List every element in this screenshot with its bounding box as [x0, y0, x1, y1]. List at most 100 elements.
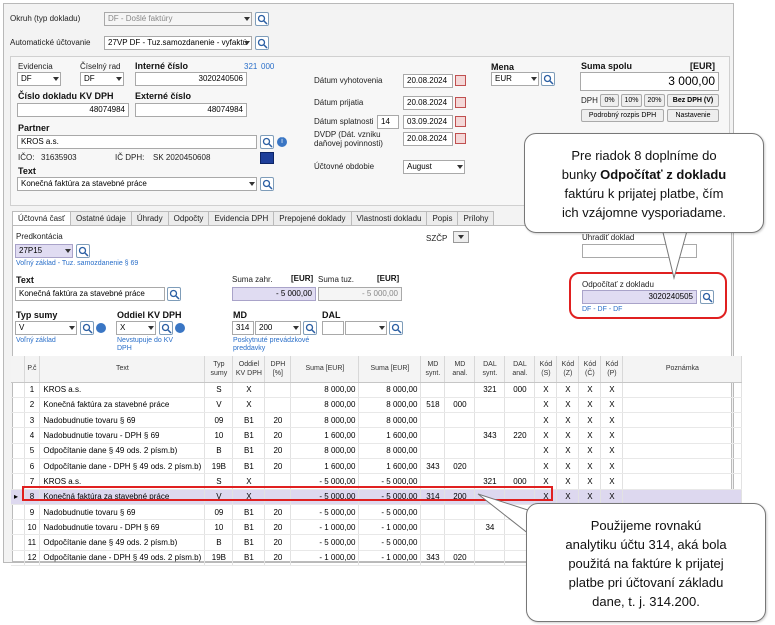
table-cell[interactable]: X	[578, 427, 602, 444]
table-cell[interactable]: KROS a.s.	[39, 382, 206, 398]
table-cell[interactable]: X	[600, 382, 624, 398]
column-header[interactable]: Kód (Č)	[578, 356, 602, 383]
table-cell[interactable]: 4	[24, 427, 41, 444]
column-header[interactable]: DAL synt.	[474, 356, 506, 383]
table-cell[interactable]: X	[556, 443, 580, 459]
partner-field[interactable]: KROS a.s.	[17, 135, 257, 149]
table-cell[interactable]: X	[600, 443, 624, 459]
info-icon[interactable]: i	[277, 137, 287, 147]
table-cell[interactable]: Odpočítanie dane - DPH § 49 ods. 2 písm.…	[39, 550, 206, 567]
table-cell[interactable]	[420, 412, 446, 429]
table-cell[interactable]: 343	[420, 458, 446, 475]
szcp-dropdown[interactable]	[453, 231, 469, 243]
table-cell[interactable]: 8 000,00	[290, 397, 360, 414]
column-header[interactable]: DPH [%]	[264, 356, 292, 383]
table-cell[interactable]: 3	[24, 412, 41, 429]
table-cell[interactable]: B	[204, 534, 234, 551]
column-header[interactable]: Text	[39, 356, 206, 383]
acc-text-lookup-button[interactable]	[167, 287, 181, 301]
column-header[interactable]: P.č	[24, 356, 41, 383]
counter-b[interactable]: 000	[261, 62, 274, 71]
typ-sumy-link[interactable]: Voľný základ	[16, 337, 56, 344]
table-cell[interactable]: B1	[232, 519, 266, 536]
table-cell[interactable]: X	[556, 382, 580, 398]
table-cell[interactable]: 6	[24, 458, 41, 475]
table-cell[interactable]: X	[556, 397, 580, 414]
table-cell[interactable]: 10	[204, 519, 234, 536]
table-cell[interactable]	[474, 443, 506, 459]
table-cell[interactable]: 1 600,00	[358, 427, 422, 444]
partner-lookup-button[interactable]	[260, 135, 274, 149]
table-cell[interactable]	[420, 443, 446, 459]
table-cell[interactable]	[420, 427, 446, 444]
table-cell[interactable]: X	[578, 382, 602, 398]
table-cell[interactable]: 09	[204, 412, 234, 429]
table-cell[interactable]: B1	[232, 550, 266, 567]
table-cell[interactable]	[420, 519, 446, 536]
column-header[interactable]: Oddiel KV DPH	[232, 356, 266, 383]
table-cell[interactable]: X	[578, 412, 602, 429]
evidencia-select[interactable]: DF	[17, 72, 61, 86]
table-cell[interactable]: 20	[264, 412, 292, 429]
table-cell[interactable]: X	[556, 458, 580, 475]
table-cell[interactable]: X	[578, 443, 602, 459]
auto-lookup-button[interactable]	[255, 36, 269, 50]
table-cell[interactable]: 8 000,00	[290, 382, 360, 398]
table-cell[interactable]: 19B	[204, 458, 234, 475]
table-cell[interactable]: 8 000,00	[290, 443, 360, 459]
typ-sumy-select[interactable]: V	[15, 321, 77, 335]
table-cell[interactable]: 9	[24, 504, 41, 521]
table-cell[interactable]: Odpočítanie dane § 49 ods. 2 písm.b)	[39, 443, 206, 459]
table-cell[interactable]: 20	[264, 504, 292, 521]
table-cell[interactable]: 20	[264, 458, 292, 475]
table-cell[interactable]: Nadobudnutie tovaru § 69	[39, 412, 206, 429]
suma-tuz-field[interactable]: - 5 000,00	[318, 287, 402, 301]
table-cell[interactable]: - 1 000,00	[290, 550, 360, 567]
column-header[interactable]: MD anal.	[444, 356, 476, 383]
table-cell[interactable]: Odpočítanie dane § 49 ods. 2 písm.b)	[39, 534, 206, 551]
predkontacia-select[interactable]: 27P15	[15, 244, 73, 258]
table-cell[interactable]: 10	[24, 519, 41, 536]
table-cell[interactable]: 000	[444, 397, 476, 414]
table-cell[interactable]: 020	[444, 550, 476, 567]
table-cell[interactable]	[622, 412, 743, 429]
table-cell[interactable]: 343	[420, 550, 446, 567]
table-cell[interactable]: 20	[264, 443, 292, 459]
table-cell[interactable]: X	[534, 427, 558, 444]
table-cell[interactable]: - 1 000,00	[358, 519, 422, 536]
table-cell[interactable]: 000	[504, 382, 536, 398]
splatnosti-days-field[interactable]: 14	[377, 115, 399, 129]
table-cell[interactable]: - 1 000,00	[290, 519, 360, 536]
table-cell[interactable]: B	[204, 443, 234, 459]
table-cell[interactable]: X	[556, 473, 580, 490]
table-cell[interactable]: 518	[420, 397, 446, 414]
table-cell[interactable]	[504, 397, 536, 414]
table-cell[interactable]: 8 000,00	[358, 382, 422, 398]
acc-text-field[interactable]: Konečná faktúra za stavebné práce	[15, 287, 165, 301]
table-cell[interactable]: 09	[204, 504, 234, 521]
predkontacia-link[interactable]: Voľný základ - Tuz. samozdanenie § 69	[16, 260, 138, 267]
table-cell[interactable]: 10	[204, 427, 234, 444]
eu-flag-icon[interactable]	[260, 152, 274, 164]
md-synt-field[interactable]: 314	[232, 321, 254, 335]
mena-select[interactable]: EUR	[491, 72, 539, 86]
interne-cislo-field[interactable]: 3020240506	[135, 72, 247, 86]
table-cell[interactable]	[504, 458, 536, 475]
typ-sumy-lookup-button[interactable]	[80, 321, 94, 335]
table-cell[interactable]: X	[600, 397, 624, 414]
table-cell[interactable]: Nadobudnutie tovaru - DPH § 69	[39, 519, 206, 536]
table-cell[interactable]: B1	[232, 458, 266, 475]
column-header[interactable]: Suma [EUR]	[290, 356, 360, 383]
table-cell[interactable]: S	[204, 382, 234, 398]
prijatia-field[interactable]: 20.08.2024	[403, 96, 453, 110]
counter-a[interactable]: 321	[244, 62, 257, 71]
table-row[interactable]: 1 KROS a.s. S X 8 000,00 8 000,00 321 000 X X X X	[11, 382, 743, 398]
mena-lookup-button[interactable]	[541, 72, 555, 86]
table-cell[interactable]: - 5 000,00	[358, 534, 422, 551]
dal-anal-select[interactable]	[345, 321, 387, 335]
column-header[interactable]: Poznámka	[622, 356, 743, 383]
rate-10-button[interactable]: 10%	[621, 94, 642, 107]
vyhotovenia-field[interactable]: 20.08.2024	[403, 74, 453, 88]
table-cell[interactable]: V	[204, 397, 234, 414]
table-cell[interactable]: 020	[444, 458, 476, 475]
